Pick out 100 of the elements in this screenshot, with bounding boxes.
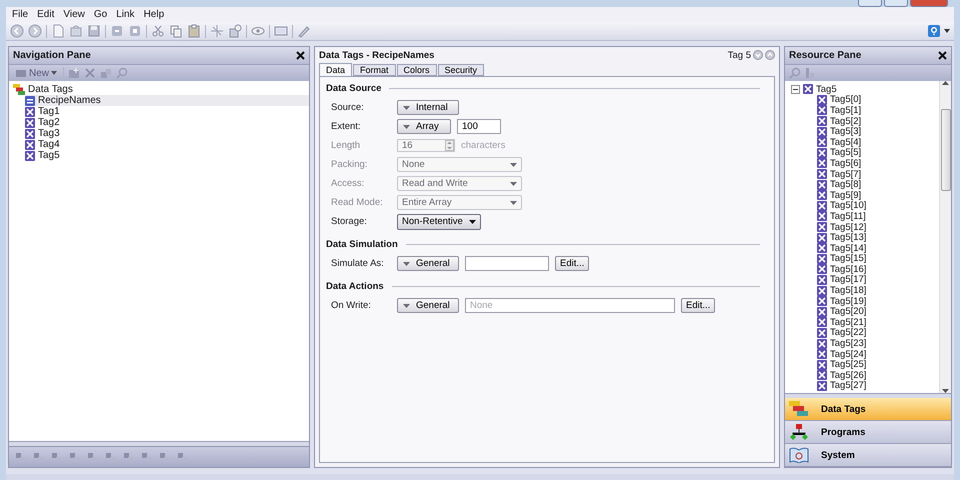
tree-item[interactable]: Tag5[21]: [817, 317, 939, 328]
nav-button[interactable]: System: [785, 444, 951, 467]
tree-item[interactable]: Tag5[24]: [817, 348, 939, 360]
tree-item[interactable]: Tag5[25]: [817, 359, 939, 370]
tree-item[interactable]: Tag5[2]: [817, 116, 939, 126]
scrollbar-thumb[interactable]: [940, 109, 950, 191]
menu-item[interactable]: Link: [116, 9, 135, 20]
menu-item[interactable]: File: [12, 9, 28, 20]
document-icon[interactable]: [51, 24, 65, 38]
tree-item[interactable]: Tag5[0]: [817, 94, 939, 106]
tab[interactable]: Colors: [396, 64, 437, 76]
tree-item[interactable]: Tag5[7]: [817, 168, 939, 180]
nav-button[interactable]: Programs: [785, 421, 951, 444]
spin-arrows-icon: [445, 140, 454, 151]
close-button[interactable]: [910, 0, 948, 7]
input-field[interactable]: [465, 256, 549, 271]
tag-icon: [817, 370, 827, 380]
field-label: Read Mode:: [331, 197, 384, 208]
tree-item[interactable]: Tag4: [25, 139, 309, 150]
previous-icon[interactable]: [753, 50, 763, 60]
eye-icon[interactable]: [251, 24, 265, 38]
tree-item[interactable]: Tag5[12]: [817, 222, 939, 232]
tree-item[interactable]: Tag5[22]: [817, 328, 939, 338]
tree-item[interactable]: Tag5[10]: [817, 200, 939, 212]
close-icon[interactable]: [296, 51, 305, 60]
tab[interactable]: Format: [353, 64, 396, 76]
scrollbar[interactable]: [939, 81, 951, 393]
tree-item[interactable]: Tag5[27]: [817, 380, 939, 392]
edit-button[interactable]: Edit...: [555, 256, 590, 271]
scissors-icon[interactable]: [151, 24, 165, 38]
clipboard-icon[interactable]: [187, 24, 201, 38]
pencil-icon[interactable]: [297, 24, 311, 38]
tree-item[interactable]: Tag5[5]: [817, 148, 939, 158]
tree-item[interactable]: RecipeNames: [25, 95, 309, 106]
tree-item[interactable]: Tag5[23]: [817, 338, 939, 349]
copy-icon[interactable]: [169, 24, 183, 38]
dropdown-button[interactable]: General: [397, 298, 459, 313]
search-icon[interactable]: [789, 67, 801, 79]
input-field[interactable]: None: [465, 298, 675, 313]
dropdown-button[interactable]: Array: [397, 119, 451, 134]
dropdown-button[interactable]: Non-Retentive: [397, 214, 481, 230]
add-folder-icon[interactable]: [68, 67, 80, 79]
collapse-icon[interactable]: [791, 84, 800, 94]
tag-icon: [817, 200, 827, 211]
tree-item[interactable]: Tag5[4]: [817, 136, 939, 148]
tree-item[interactable]: Tag5[9]: [817, 190, 939, 201]
menu-item[interactable]: View: [63, 9, 85, 20]
minimize-button[interactable]: [858, 0, 882, 7]
tree-item[interactable]: Tag5[3]: [817, 126, 939, 137]
tree-item[interactable]: Tag5[14]: [817, 242, 939, 254]
search-icon[interactable]: [116, 67, 128, 79]
next-icon[interactable]: [765, 50, 775, 60]
tree-item[interactable]: Tag5[20]: [817, 306, 939, 318]
tab[interactable]: Security: [438, 64, 484, 76]
back-icon[interactable]: [10, 24, 24, 38]
tab[interactable]: Data: [319, 63, 352, 76]
menu-item[interactable]: Help: [144, 9, 164, 20]
tree-item[interactable]: Tag5[17]: [817, 274, 939, 286]
save-icon[interactable]: [87, 24, 101, 38]
tag-icon: [817, 338, 827, 349]
tree-item[interactable]: Tag5[6]: [817, 158, 939, 169]
tree-item[interactable]: Tag5[8]: [817, 179, 939, 190]
tree-item[interactable]: Tag5[26]: [817, 370, 939, 381]
caret-icon[interactable]: [944, 29, 950, 33]
pane-title: Navigation Pane: [13, 50, 91, 61]
dropdown-button[interactable]: Internal: [397, 100, 459, 115]
tree-item[interactable]: Tag5[13]: [817, 232, 939, 243]
monitor-icon[interactable]: [274, 24, 288, 38]
tree-item[interactable]: Tag5[19]: [817, 296, 939, 306]
close-icon[interactable]: [938, 51, 947, 60]
tag-icon: [817, 211, 827, 222]
sparkle-icon[interactable]: [210, 24, 224, 38]
tree-item[interactable]: Tag5[11]: [817, 211, 939, 222]
nav-button[interactable]: Data Tags: [785, 398, 951, 421]
tree-item[interactable]: Tag2: [25, 117, 309, 128]
input-field[interactable]: 100: [457, 119, 501, 134]
section-title: Data Source: [326, 82, 382, 94]
menu-item[interactable]: Edit: [37, 9, 54, 20]
tag-icon: [817, 380, 827, 391]
help-icon[interactable]: [928, 25, 940, 37]
tree-item[interactable]: Tag5[15]: [817, 254, 939, 264]
tree-item[interactable]: Tag5: [25, 150, 309, 161]
tag-icon: [817, 137, 827, 148]
tag-label: Tag 5: [728, 50, 751, 60]
tree-item[interactable]: Tag1: [25, 106, 309, 117]
tree-item[interactable]: Tag3: [25, 128, 309, 139]
tag-icon: [817, 360, 827, 370]
edit-button[interactable]: Edit...: [681, 298, 716, 313]
tree-item[interactable]: Tag5[18]: [817, 285, 939, 296]
forward-icon[interactable]: [28, 24, 42, 38]
tree-item[interactable]: Tag5[16]: [817, 264, 939, 275]
field-label: Storage:: [331, 216, 368, 227]
dropdown-button[interactable]: General: [397, 256, 459, 271]
tree-item[interactable]: Tag5[1]: [817, 105, 939, 116]
tree-item[interactable]: Tag5: [791, 84, 939, 95]
tree-item[interactable]: Data Tags: [13, 84, 309, 95]
tag-icon: [817, 94, 827, 105]
maximize-button[interactable]: [884, 0, 908, 7]
menu-item[interactable]: Go: [94, 9, 108, 20]
delete-icon[interactable]: [84, 67, 96, 79]
